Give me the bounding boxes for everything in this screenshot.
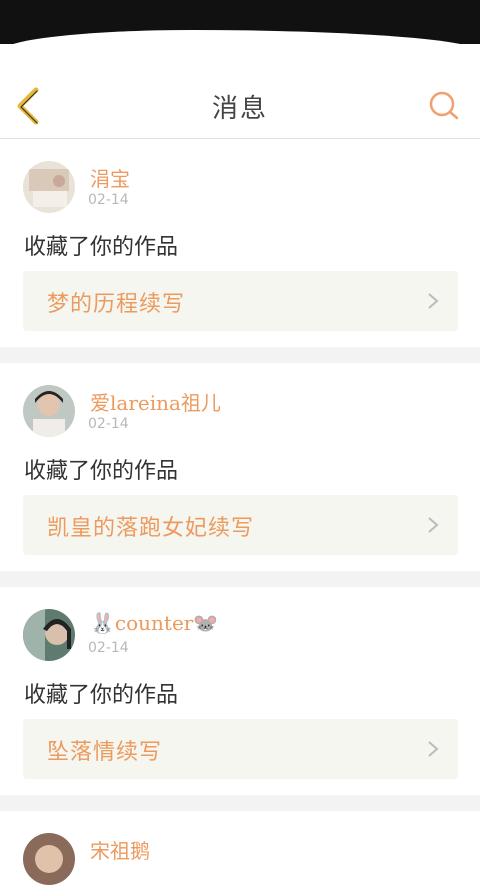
divider [0,347,480,363]
avatar[interactable] [23,385,75,437]
message-item: 🐰counter🐭 02-14 收藏了你的作品 坠落情续写 [0,587,480,795]
work-title: 梦的历程续写 [47,292,186,317]
search-icon [429,91,459,120]
timestamp: 02-14 [88,416,129,432]
divider [0,571,480,587]
chevron-right-icon [428,517,439,533]
message-item: 宋祖鹅 [0,811,480,885]
page-title: 消息 [211,94,268,124]
avatar[interactable] [23,833,75,885]
timestamp: 02-14 [88,640,129,656]
message-item: 爱lareina祖儿 02-14 收藏了你的作品 凯皇的落跑女妃续写 [0,363,480,571]
work-title: 凯皇的落跑女妃续写 [47,516,255,541]
header: 消息 [0,48,480,139]
username[interactable]: 宋祖鹅 [90,835,150,864]
action-text: 收藏了你的作品 [24,235,179,260]
username[interactable]: 🐰counter🐭 [90,611,218,635]
username[interactable]: 涓宝 [90,163,130,192]
timestamp: 02-14 [88,192,129,208]
work-link[interactable]: 凯皇的落跑女妃续写 [23,495,458,555]
work-link[interactable]: 梦的历程续写 [23,271,458,331]
avatar[interactable] [23,161,75,213]
divider [0,795,480,811]
action-text: 收藏了你的作品 [24,683,179,708]
message-item: 涓宝 02-14 收藏了你的作品 梦的历程续写 [0,139,480,347]
status-bar [0,0,480,52]
message-list: 涓宝 02-14 收藏了你的作品 梦的历程续写 爱lareina祖儿 02-14… [0,139,480,885]
work-title: 坠落情续写 [47,740,163,765]
username[interactable]: 爱lareina祖儿 [90,387,221,416]
work-link[interactable]: 坠落情续写 [23,719,458,779]
chevron-right-icon [428,741,439,757]
avatar[interactable] [23,609,75,661]
action-text: 收藏了你的作品 [24,459,179,484]
chevron-right-icon [428,293,439,309]
search-button[interactable] [428,90,460,122]
